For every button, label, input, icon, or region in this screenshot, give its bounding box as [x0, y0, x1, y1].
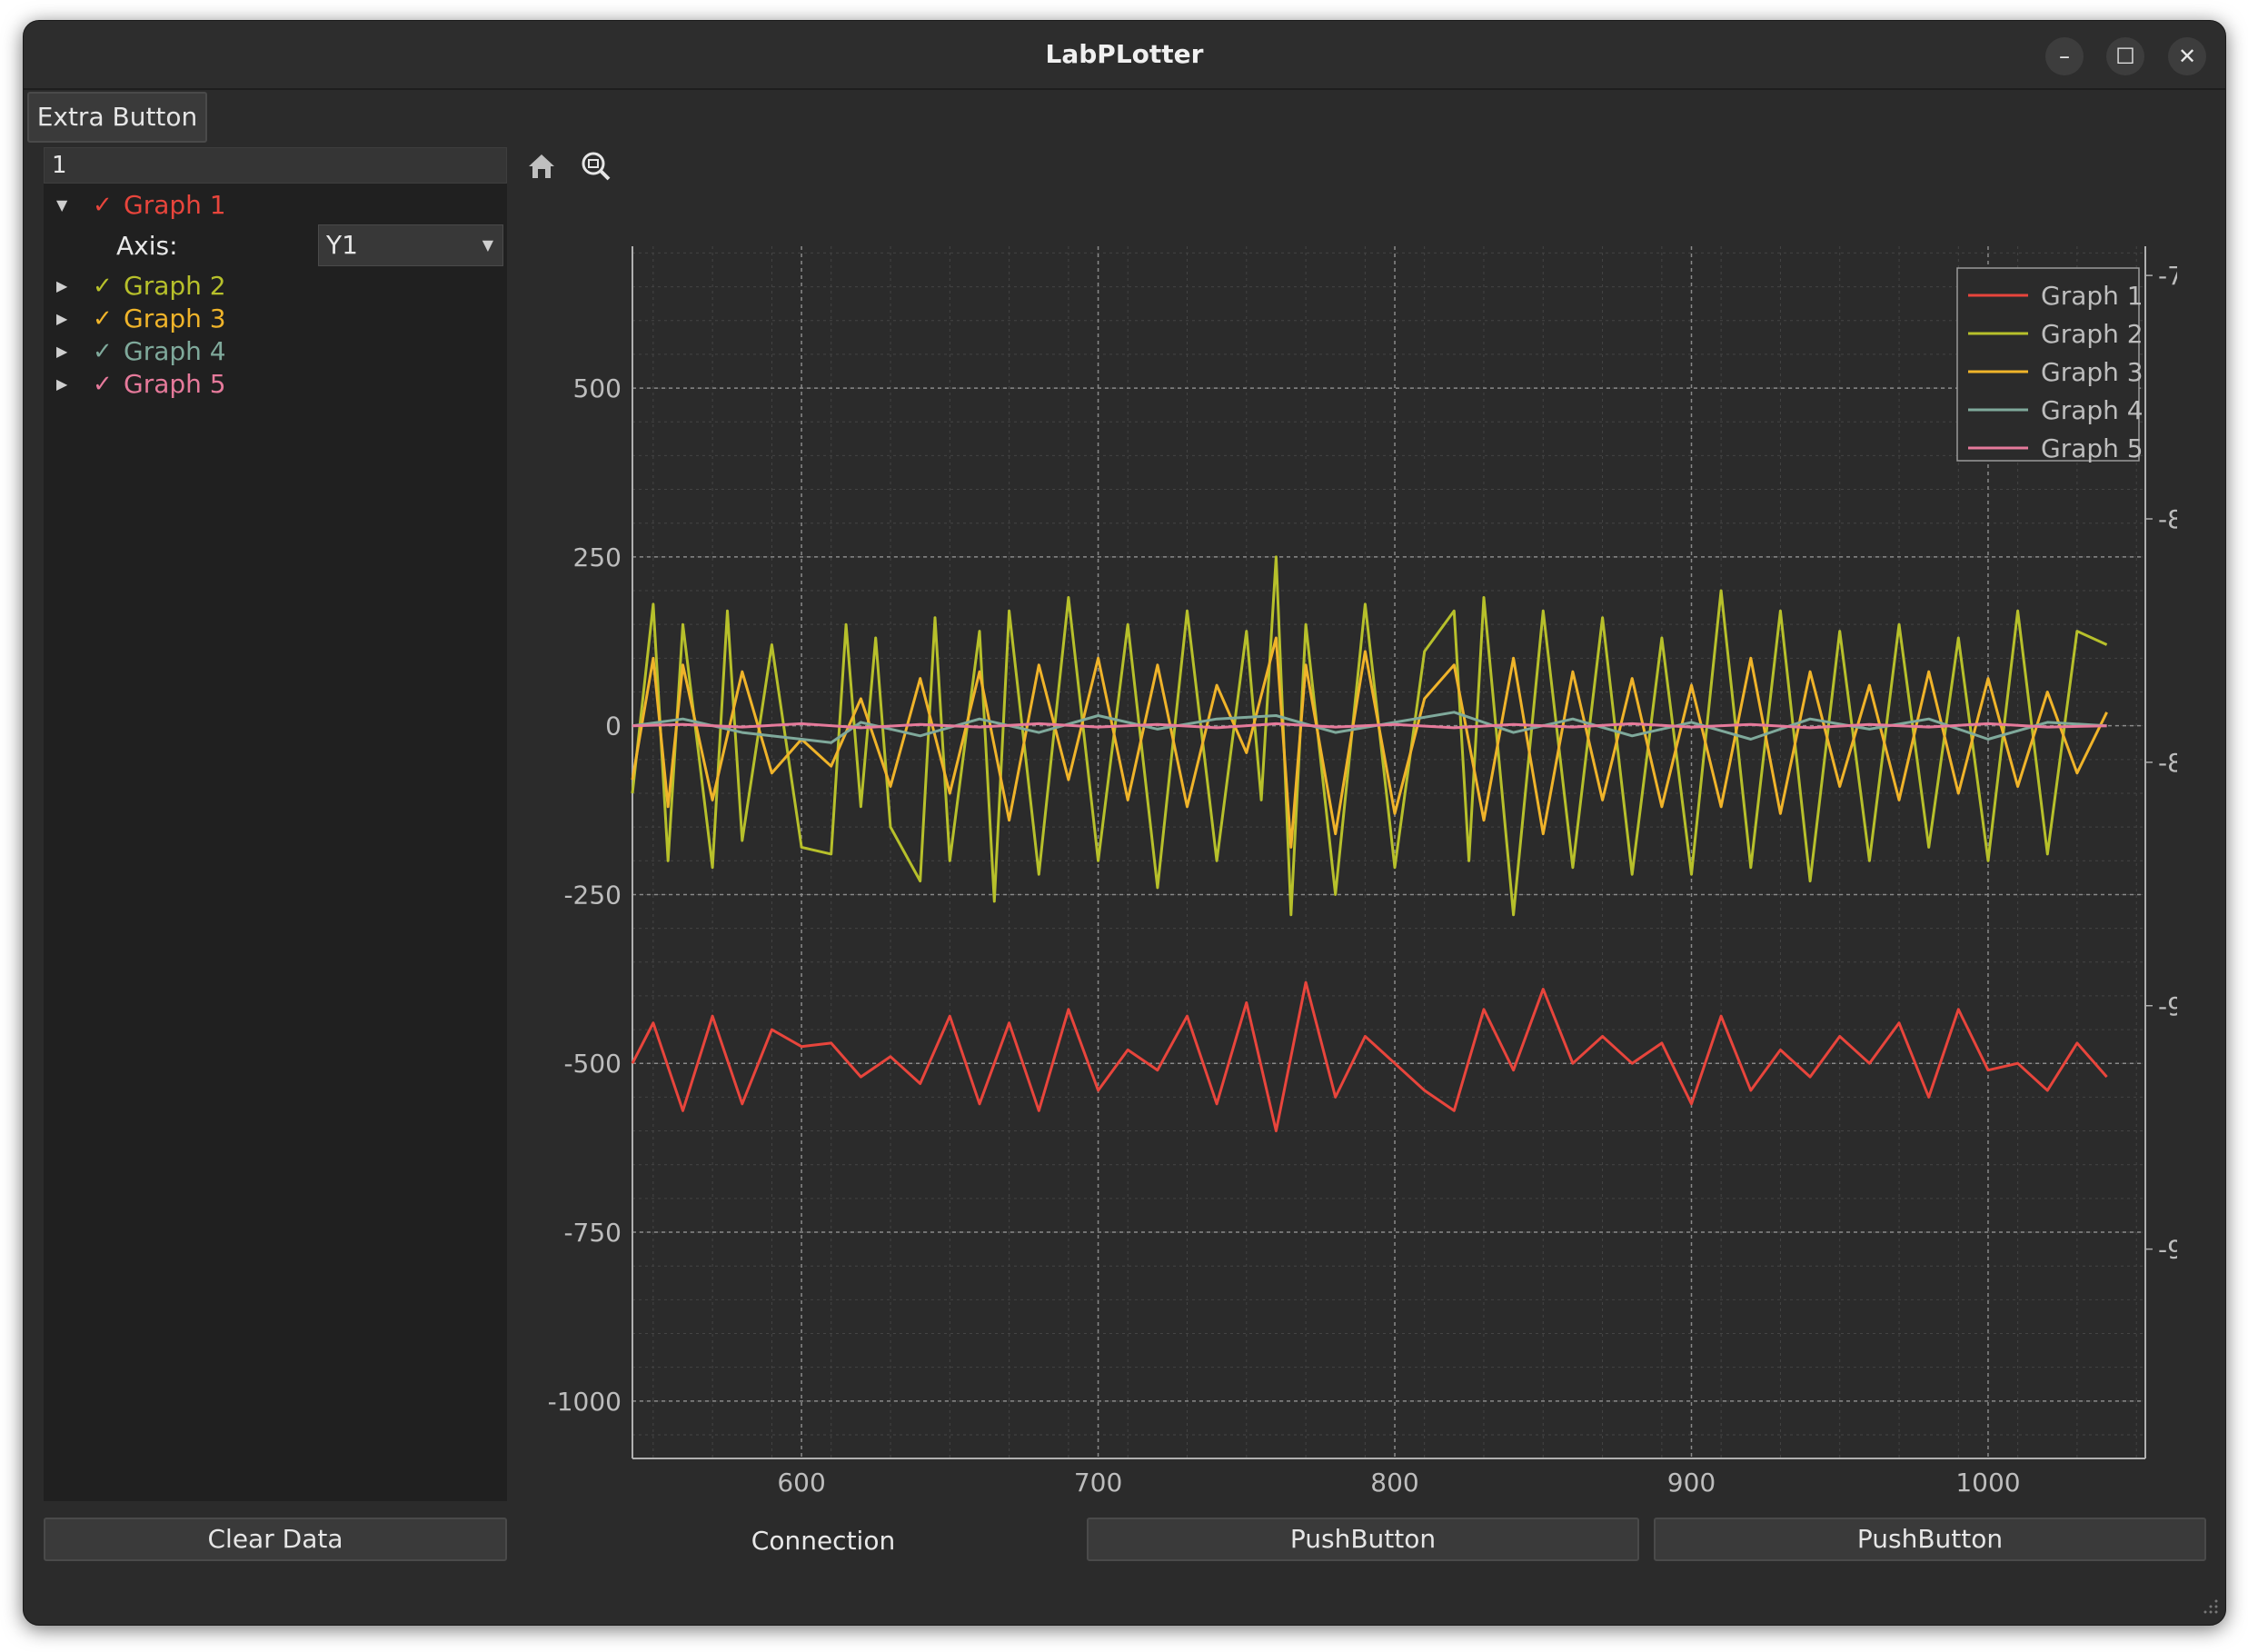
tree-item-label: Graph 1 — [124, 190, 226, 220]
axis-select[interactable]: Y1 ▼ — [318, 224, 503, 266]
tree-item-label: Graph 3 — [124, 304, 226, 333]
y2-tick-label: -95 — [2158, 1235, 2177, 1265]
tree-item-graph-2[interactable]: ▶ ✓ Graph 2 — [51, 270, 496, 303]
tree-item-graph-4[interactable]: ▶ ✓ Graph 4 — [51, 335, 496, 368]
tree-item-label: Graph 2 — [124, 271, 226, 301]
x-tick-label: 800 — [1370, 1468, 1418, 1498]
minimize-button[interactable]: – — [2045, 37, 2084, 75]
y-tick-label: -1000 — [548, 1387, 622, 1417]
chevron-down-icon[interactable]: ▼ — [56, 189, 67, 222]
tree-item-graph-5[interactable]: ▶ ✓ Graph 5 — [51, 368, 496, 401]
y-tick-label: -500 — [563, 1049, 622, 1079]
y2-tick-label: -85 — [2158, 748, 2177, 778]
y-tick-label: 500 — [573, 373, 622, 403]
maximize-button[interactable]: ☐ — [2106, 37, 2144, 75]
axis-select-value: Y1 — [326, 230, 358, 260]
app-window: LabPLotter – ☐ ✕ Extra Button 1 ▼ ✓ Grap… — [23, 20, 2226, 1626]
checkmark-icon[interactable]: ✓ — [93, 303, 113, 335]
y2-tick-label: -90 — [2158, 991, 2177, 1021]
y-tick-label: -750 — [563, 1218, 622, 1248]
title-bar: LabPLotter – ☐ ✕ — [24, 21, 2225, 90]
connection-label: Connection — [751, 1526, 896, 1556]
legend-entry: Graph 1 — [2041, 281, 2144, 311]
legend-entry: Graph 3 — [2041, 357, 2144, 387]
x-tick-label: 900 — [1667, 1468, 1716, 1498]
chevron-down-icon: ▼ — [482, 236, 493, 254]
legend-entry: Graph 2 — [2041, 319, 2144, 349]
axis-label: Axis: — [116, 231, 178, 261]
legend-entry: Graph 5 — [2041, 433, 2144, 463]
y2-tick-label: -75 — [2158, 261, 2177, 291]
x-tick-label: 1000 — [1955, 1468, 2020, 1498]
y-tick-label: 0 — [605, 712, 622, 741]
legend-entry: Graph 4 — [2041, 395, 2144, 425]
checkmark-icon[interactable]: ✓ — [93, 189, 113, 222]
plot-background — [632, 246, 2145, 1458]
chevron-right-icon[interactable]: ▶ — [56, 270, 67, 303]
filter-input[interactable]: 1 — [44, 147, 507, 184]
clear-data-button[interactable]: Clear Data — [44, 1518, 507, 1561]
zoom-icon[interactable] — [578, 148, 614, 184]
tree-item-graph-3[interactable]: ▶ ✓ Graph 3 — [51, 303, 496, 335]
checkmark-icon[interactable]: ✓ — [93, 368, 113, 401]
tree-item-label: Graph 5 — [124, 369, 226, 399]
plot-area[interactable]: 600 700 800 900 1000 500 250 0 -250 -500 -750 -1000… — [523, 203, 2177, 1511]
extra-button[interactable]: Extra Button — [27, 92, 207, 143]
push-button-1[interactable]: PushButton — [1087, 1518, 1639, 1561]
x-tick-label: 600 — [777, 1468, 825, 1498]
chevron-right-icon[interactable]: ▶ — [56, 368, 67, 401]
y2-tick-label: -80 — [2158, 504, 2177, 534]
resize-grip-icon[interactable] — [2198, 1597, 2220, 1619]
y-tick-label: 250 — [573, 542, 622, 572]
tree-item-graph-1[interactable]: ▼ ✓ Graph 1 — [51, 189, 496, 222]
window-title: LabPLotter — [1045, 39, 1204, 69]
chevron-right-icon[interactable]: ▶ — [56, 335, 67, 368]
close-button[interactable]: ✕ — [2168, 37, 2206, 75]
y-tick-label: -250 — [563, 880, 622, 910]
chevron-right-icon[interactable]: ▶ — [56, 303, 67, 335]
home-icon[interactable] — [523, 148, 560, 184]
x-tick-label: 700 — [1074, 1468, 1122, 1498]
checkmark-icon[interactable]: ✓ — [93, 335, 113, 368]
tree-item-label: Graph 4 — [124, 336, 226, 366]
push-button-2[interactable]: PushButton — [1654, 1518, 2206, 1561]
checkmark-icon[interactable]: ✓ — [93, 270, 113, 303]
